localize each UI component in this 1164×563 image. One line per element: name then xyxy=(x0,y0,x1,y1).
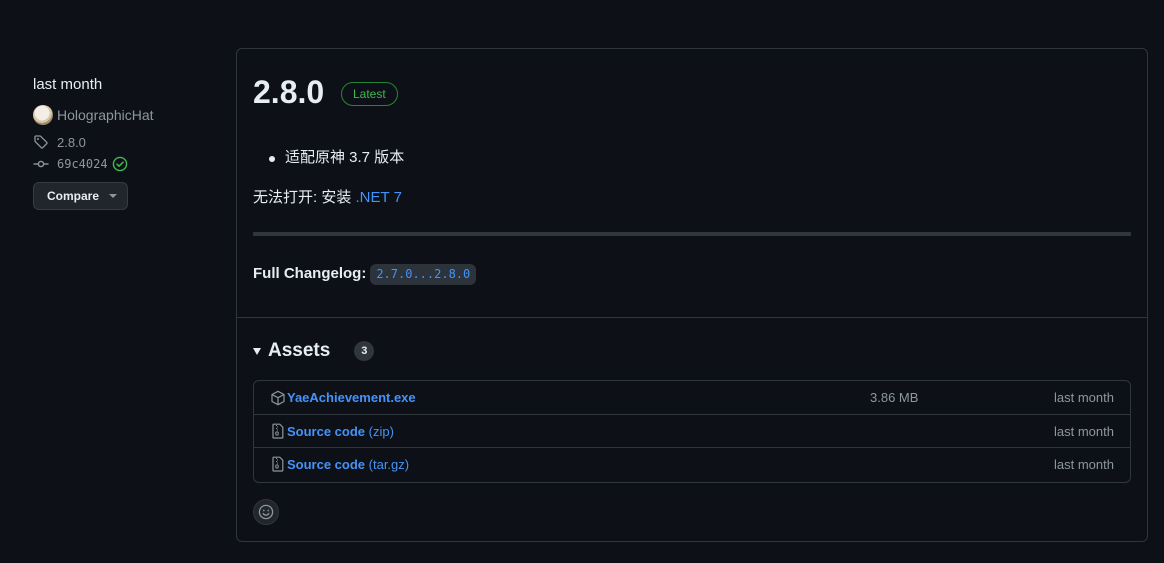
full-changelog: Full Changelog: 2.7.0...2.8.0 xyxy=(253,262,477,286)
assets-count-badge: 3 xyxy=(354,341,375,361)
asset-date: last month xyxy=(1054,423,1114,439)
release-time: last month xyxy=(33,76,103,93)
chevron-down-icon xyxy=(109,194,118,198)
install-hint: 无法打开: 安装 .NET 7 xyxy=(253,187,402,209)
changelog-label: Full Changelog: xyxy=(253,265,367,282)
asset-format[interactable]: (zip) xyxy=(365,424,394,439)
asset-row: Source code (zip) last month xyxy=(254,414,1130,447)
assets-list: YaeAchievement.exe 3.86 MB last month So… xyxy=(253,380,1131,483)
release-card: 2.8.0 Latest 适配原神 3.7 版本 无法打开: 安装 .NET 7… xyxy=(236,48,1148,542)
asset-size: 3.86 MB xyxy=(870,390,919,405)
asset-name[interactable]: Source code xyxy=(287,424,365,439)
add-reaction-button[interactable] xyxy=(253,499,279,525)
avatar[interactable] xyxy=(33,105,53,125)
release-note-text: 适配原神 3.7 版本 xyxy=(285,149,405,166)
commit-icon xyxy=(33,160,49,168)
file-zip-icon xyxy=(272,456,284,472)
asset-date: last month xyxy=(1054,456,1114,472)
asset-date: last month xyxy=(1054,390,1114,405)
tag-row[interactable]: 2.8.0 xyxy=(33,134,223,150)
verified-check-icon[interactable] xyxy=(112,156,128,172)
assets-title: Assets xyxy=(268,340,331,361)
asset-link[interactable]: Source code (zip) xyxy=(287,424,394,439)
release-sidebar: last month HolographicHat 2.8.0 69c4024 … xyxy=(33,74,223,210)
release-title[interactable]: 2.8.0 xyxy=(253,72,324,112)
install-hint-text: 无法打开: 安装 xyxy=(253,189,356,206)
package-icon xyxy=(271,390,285,405)
tag-label[interactable]: 2.8.0 xyxy=(57,135,86,150)
asset-link[interactable]: YaeAchievement.exe xyxy=(287,390,416,405)
commit-row[interactable]: 69c4024 xyxy=(33,156,223,172)
author-row[interactable]: HolographicHat xyxy=(33,105,223,125)
changelog-link[interactable]: 2.7.0...2.8.0 xyxy=(370,263,477,285)
asset-link[interactable]: Source code (tar.gz) xyxy=(287,457,409,472)
file-zip-icon xyxy=(272,423,284,439)
release-notes: 适配原神 3.7 版本 xyxy=(269,147,404,169)
latest-badge: Latest xyxy=(341,82,398,106)
asset-name[interactable]: YaeAchievement.exe xyxy=(287,390,416,405)
divider xyxy=(253,232,1131,236)
triangle-down-icon xyxy=(253,347,261,355)
asset-row: YaeAchievement.exe 3.86 MB last month xyxy=(254,381,1130,414)
assets-toggle[interactable]: Assets 3 xyxy=(253,337,375,365)
tag-icon xyxy=(34,135,48,149)
smiley-icon xyxy=(258,504,274,520)
asset-name[interactable]: Source code xyxy=(287,457,365,472)
dotnet-link[interactable]: .NET 7 xyxy=(356,189,402,206)
release-body: 2.8.0 Latest 适配原神 3.7 版本 无法打开: 安装 .NET 7… xyxy=(237,49,1147,318)
asset-row: Source code (tar.gz) last month xyxy=(254,447,1130,480)
bullet-icon xyxy=(269,156,275,162)
commit-hash[interactable]: 69c4024 xyxy=(57,157,108,171)
compare-button[interactable]: Compare xyxy=(33,182,128,210)
author-name[interactable]: HolographicHat xyxy=(57,107,154,123)
compare-button-label: Compare xyxy=(47,189,100,203)
asset-format[interactable]: (tar.gz) xyxy=(365,457,409,472)
release-note-item: 适配原神 3.7 版本 xyxy=(269,147,404,169)
